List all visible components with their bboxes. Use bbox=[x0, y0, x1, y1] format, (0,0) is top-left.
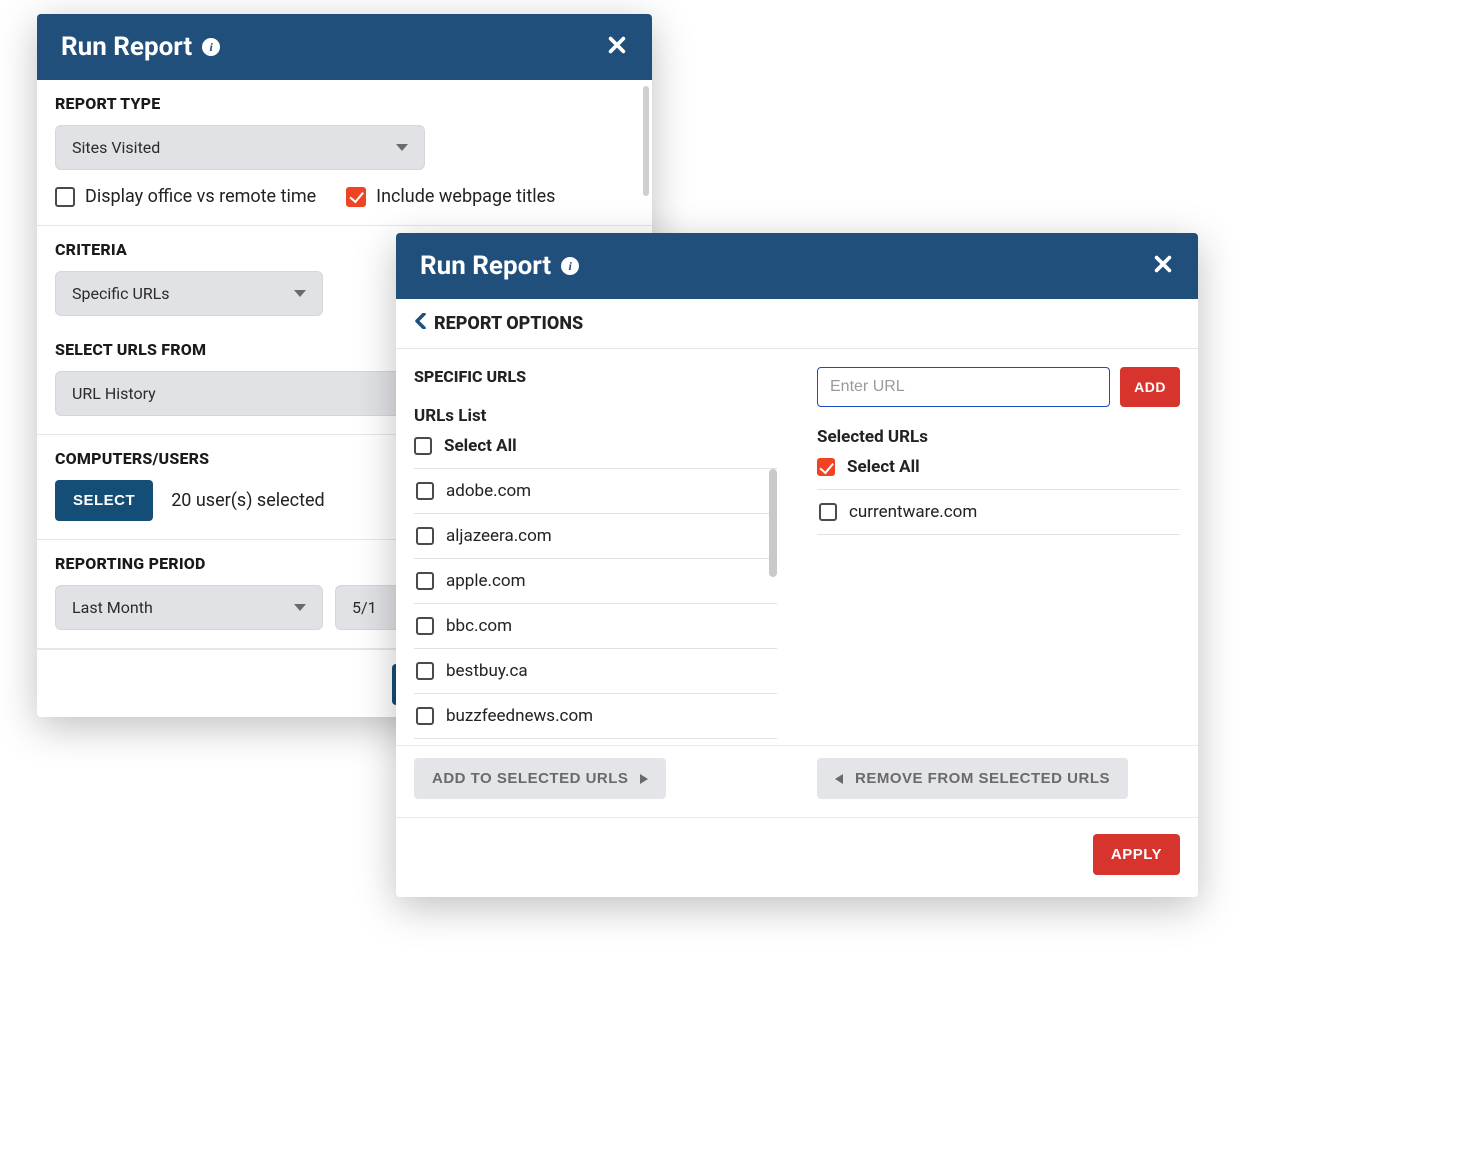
reporting-period-select[interactable]: Last Month bbox=[55, 585, 323, 630]
include-titles-label: Include webpage titles bbox=[376, 186, 555, 207]
back-icon[interactable] bbox=[414, 313, 426, 334]
panel-header: Run Report i bbox=[37, 14, 652, 80]
section-report-type: REPORT TYPE Sites Visited Display office… bbox=[37, 80, 652, 226]
scrollbar-thumb[interactable] bbox=[643, 86, 649, 196]
selected-urls-column: ADD Selected URLs Select All currentware… bbox=[817, 367, 1180, 739]
panel-title: Run Report i bbox=[420, 251, 579, 281]
url-text: adobe.com bbox=[446, 481, 531, 501]
url-text: apple.com bbox=[446, 571, 525, 591]
selected-urls-list: currentware.com bbox=[817, 489, 1180, 535]
select-all-label: Select All bbox=[847, 457, 920, 477]
url-input[interactable] bbox=[817, 367, 1110, 407]
close-icon[interactable] bbox=[1152, 253, 1174, 279]
select-all-right[interactable]: Select All bbox=[817, 457, 1180, 489]
select-users-button[interactable]: SELECT bbox=[55, 480, 153, 521]
include-titles-checkbox[interactable]: Include webpage titles bbox=[346, 186, 555, 207]
panel-header: Run Report i bbox=[396, 233, 1198, 299]
report-type-select[interactable]: Sites Visited bbox=[55, 125, 425, 170]
url-text: currentware.com bbox=[849, 502, 977, 522]
title-text: Run Report bbox=[61, 32, 192, 62]
caret-down-icon bbox=[294, 290, 306, 297]
panel-title: Run Report i bbox=[61, 32, 220, 62]
selected-urls-title: Selected URLs bbox=[817, 427, 1180, 447]
report-type-label: REPORT TYPE bbox=[55, 94, 634, 113]
add-to-selected-button[interactable]: ADD TO SELECTED URLS bbox=[414, 758, 666, 799]
checkbox-box bbox=[416, 707, 434, 725]
list-item[interactable]: currentware.com bbox=[817, 490, 1180, 535]
criteria-value: Specific URLs bbox=[72, 284, 170, 303]
select-all-label: Select All bbox=[444, 436, 517, 456]
title-text: Run Report bbox=[420, 251, 551, 281]
list-item[interactable]: buzzfeednews.com bbox=[414, 694, 777, 739]
reporting-period-value: Last Month bbox=[72, 598, 153, 617]
criteria-select[interactable]: Specific URLs bbox=[55, 271, 323, 316]
lists-footer: ADD TO SELECTED URLS REMOVE FROM SELECTE… bbox=[396, 745, 1198, 817]
checkbox-box bbox=[416, 572, 434, 590]
list-item[interactable]: aljazeera.com bbox=[414, 514, 777, 559]
users-selected-text: 20 user(s) selected bbox=[171, 490, 325, 511]
checkbox-box bbox=[416, 617, 434, 635]
url-text: aljazeera.com bbox=[446, 526, 552, 546]
checkbox-box bbox=[416, 482, 434, 500]
checkbox-box-checked bbox=[346, 187, 366, 207]
add-url-button[interactable]: ADD bbox=[1120, 367, 1180, 407]
list-item[interactable]: bestbuy.ca bbox=[414, 649, 777, 694]
caret-down-icon bbox=[294, 604, 306, 611]
checkbox-box bbox=[55, 187, 75, 207]
reporting-period-from-value: 5/1 bbox=[352, 598, 377, 617]
checkbox-box bbox=[416, 662, 434, 680]
checkbox-box-checked bbox=[817, 458, 835, 476]
select-urls-from-value: URL History bbox=[72, 384, 156, 403]
info-icon[interactable]: i bbox=[202, 38, 220, 56]
panel-footer: APPLY bbox=[396, 817, 1198, 897]
checkbox-box bbox=[414, 437, 432, 455]
info-icon[interactable]: i bbox=[561, 257, 579, 275]
select-all-left[interactable]: Select All bbox=[414, 436, 777, 468]
subheader-title[interactable]: REPORT OPTIONS bbox=[434, 313, 583, 334]
urls-list: adobe.com aljazeera.com apple.com bbc.co… bbox=[414, 468, 777, 739]
apply-button[interactable]: APPLY bbox=[1093, 834, 1180, 875]
caret-down-icon bbox=[396, 144, 408, 151]
list-item[interactable]: adobe.com bbox=[414, 469, 777, 514]
list-item[interactable]: bbc.com bbox=[414, 604, 777, 649]
url-text: bestbuy.ca bbox=[446, 661, 528, 681]
checkbox-box bbox=[819, 503, 837, 521]
scrollbar-thumb[interactable] bbox=[769, 469, 777, 577]
list-item[interactable]: apple.com bbox=[414, 559, 777, 604]
close-icon[interactable] bbox=[606, 34, 628, 60]
remove-from-selected-button[interactable]: REMOVE FROM SELECTED URLS bbox=[817, 758, 1128, 799]
urls-list-column: SPECIFIC URLS URLs List Select All adobe… bbox=[414, 367, 777, 739]
url-text: bbc.com bbox=[446, 616, 512, 636]
subheader: REPORT OPTIONS bbox=[396, 299, 1198, 349]
urls-list-title: URLs List bbox=[414, 406, 777, 426]
url-text: buzzfeednews.com bbox=[446, 706, 593, 726]
display-office-remote-checkbox[interactable]: Display office vs remote time bbox=[55, 186, 316, 207]
report-type-value: Sites Visited bbox=[72, 138, 160, 157]
display-office-remote-label: Display office vs remote time bbox=[85, 186, 316, 207]
checkbox-box bbox=[416, 527, 434, 545]
specific-urls-panel: Run Report i REPORT OPTIONS SPECIFIC URL… bbox=[396, 233, 1198, 897]
specific-urls-heading: SPECIFIC URLS bbox=[414, 367, 777, 386]
